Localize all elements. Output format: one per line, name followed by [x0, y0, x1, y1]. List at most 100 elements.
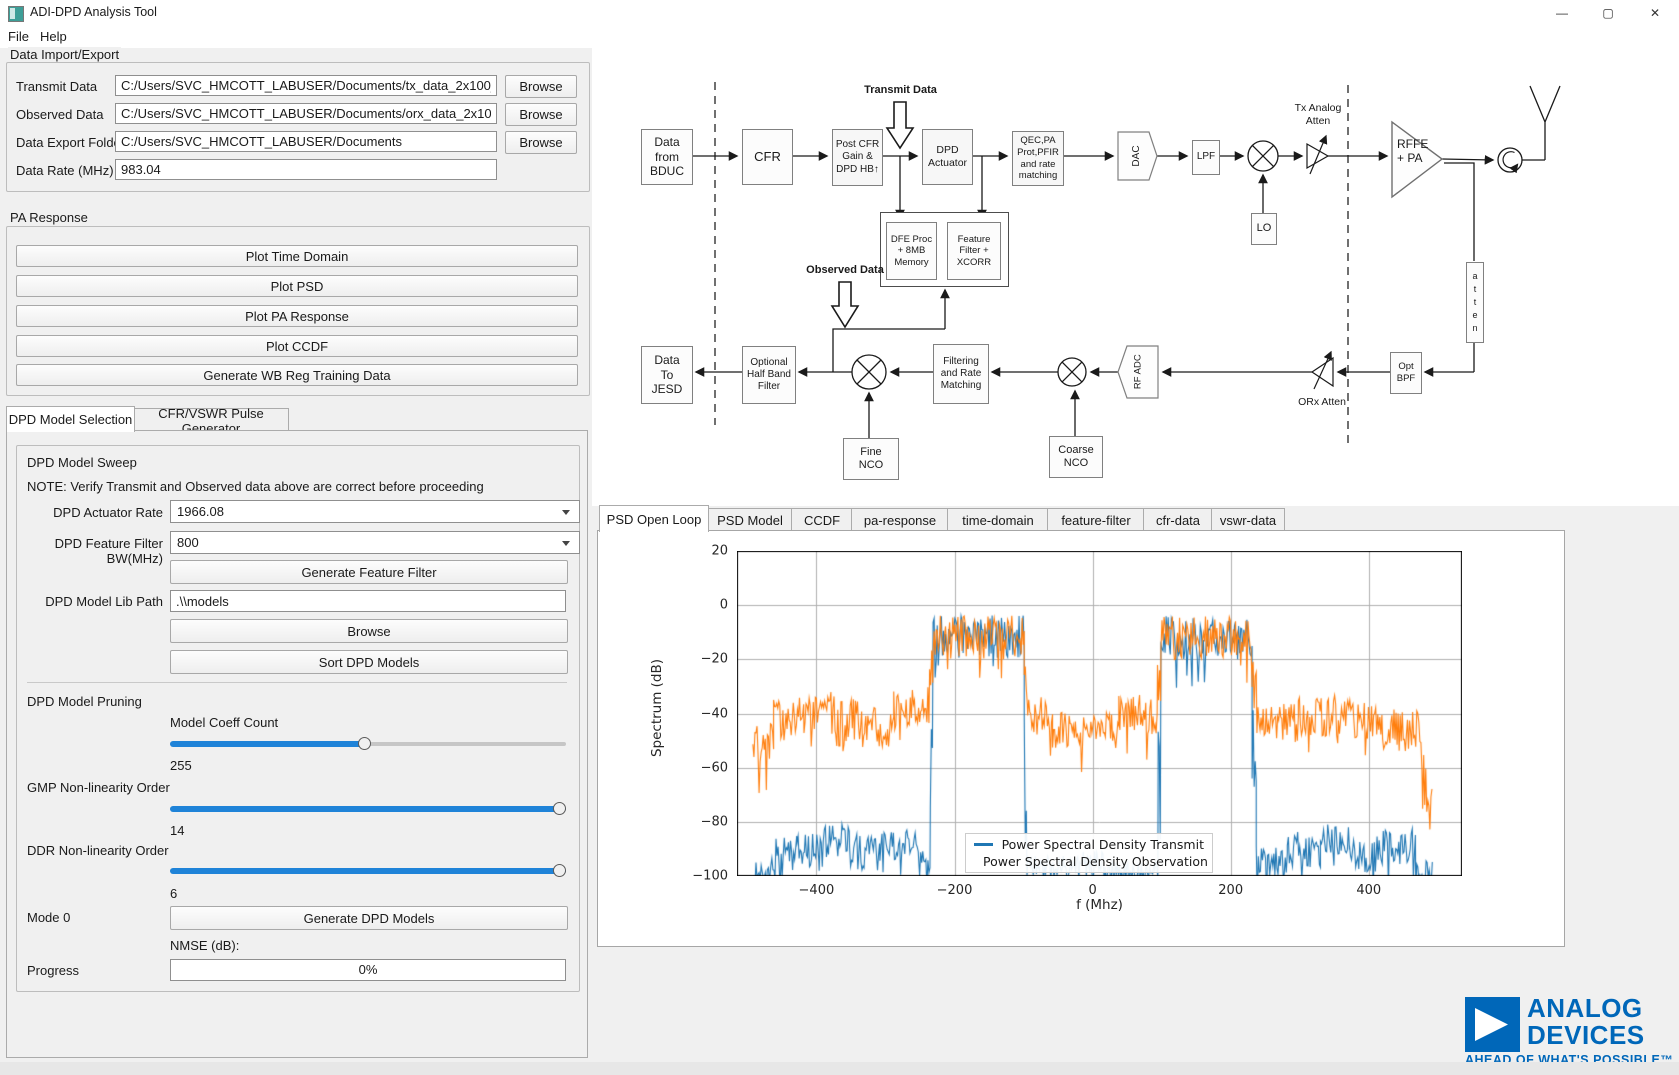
minimize-button[interactable]: —	[1539, 0, 1585, 26]
slider-fill	[170, 868, 566, 874]
tab-psd-model[interactable]: PSD Model	[707, 508, 793, 532]
separator	[27, 682, 567, 683]
ddr-order-slider[interactable]	[170, 864, 566, 877]
transmit-data-label: Transmit Data	[16, 79, 98, 94]
label-transmit-data: Transmit Data	[864, 84, 937, 96]
observed-data-input[interactable]	[115, 103, 497, 124]
plot-pa-response-button[interactable]: Plot PA Response	[16, 305, 578, 327]
chart-legend: Power Spectral Density Transmit Power Sp…	[965, 833, 1213, 873]
actuator-rate-combobox[interactable]: 1966.08	[170, 500, 580, 523]
actuator-rate-value: 1966.08	[177, 504, 224, 519]
chevron-down-icon	[562, 510, 570, 515]
menu-help[interactable]: Help	[40, 29, 67, 44]
close-button[interactable]: ✕	[1631, 0, 1679, 26]
legend-swatch-transmit	[974, 843, 993, 846]
feature-bw-combobox[interactable]: 800	[170, 531, 580, 554]
node-dac: DAC	[1131, 145, 1142, 167]
node-rf-adc: RF ADC	[1132, 354, 1144, 390]
x-tick-label: −400	[798, 883, 835, 898]
signal-chain-diagram: Data from BDUC CFR Post CFR Gain & DPD H…	[597, 40, 1679, 495]
observed-browse-button[interactable]: Browse	[505, 103, 577, 126]
node-feature-filter: Feature Filter + XCORR	[947, 222, 1001, 280]
node-atten: a t t e n	[1466, 262, 1484, 343]
y-tick-label: 0	[719, 597, 728, 613]
y-tick-label: −60	[700, 760, 728, 776]
y-tick-label: −100	[692, 868, 728, 884]
ddr-order-value: 6	[170, 886, 178, 901]
feature-bw-label: DPD Feature Filter BW(MHz)	[54, 536, 163, 566]
node-cfr: CFR	[742, 129, 793, 185]
data-rate-label: Data Rate (MHz)	[16, 163, 114, 178]
lib-browse-button[interactable]: Browse	[170, 619, 568, 643]
gmp-order-value: 14	[170, 823, 185, 838]
tab-pa-response[interactable]: pa-response	[851, 508, 949, 532]
menu-file[interactable]: File	[8, 29, 29, 44]
tab-cfr-data[interactable]: cfr-data	[1143, 508, 1213, 532]
node-qec: QEC,PA Prot,PFIR and rate matching	[1012, 131, 1064, 186]
transmit-browse-button[interactable]: Browse	[505, 75, 577, 98]
actuator-rate-label: DPD Actuator Rate	[53, 505, 163, 520]
gmp-order-slider[interactable]	[170, 802, 566, 815]
pa-response-title: PA Response	[8, 210, 90, 225]
app-icon	[8, 6, 24, 22]
model-sweep-title: DPD Model Sweep	[27, 455, 137, 470]
slider-fill	[170, 741, 365, 747]
node-data-to-jesd: Data To JESD	[641, 346, 693, 404]
generate-wb-reg-button[interactable]: Generate WB Reg Training Data	[16, 364, 578, 386]
lib-path-label: DPD Model Lib Path	[45, 594, 163, 609]
tab-psd-open-loop[interactable]: PSD Open Loop	[599, 505, 709, 532]
export-folder-input[interactable]	[115, 131, 497, 152]
maximize-button[interactable]: ▢	[1585, 0, 1631, 26]
node-coarse-nco: Coarse NCO	[1049, 436, 1103, 478]
tab-feature-filter[interactable]: feature-filter	[1047, 508, 1145, 532]
sort-dpd-models-button[interactable]: Sort DPD Models	[170, 650, 568, 674]
legend-item: Power Spectral Density Transmit	[974, 836, 1204, 853]
tab-cfr-vswr[interactable]: CFR/VSWR Pulse Generator	[133, 406, 289, 436]
adi-logo-icon	[1465, 997, 1520, 1052]
ddr-order-label: DDR Non-linearity Order	[27, 843, 169, 858]
psd-plot: −400 −200 0 200 400 20 0 −20 −40 −60 −80 −100	[692, 544, 1462, 898]
nmse-label: NMSE (dB):	[170, 938, 240, 953]
label-observed-data: Observed Data	[806, 264, 884, 276]
export-browse-button[interactable]: Browse	[505, 131, 577, 154]
node-opt-bpf: Opt BPF	[1390, 352, 1422, 394]
tab-dpd-model-selection[interactable]: DPD Model Selection	[6, 406, 135, 432]
node-data-from-bduc: Data from BDUC	[641, 129, 693, 185]
y-tick-label: 20	[711, 543, 728, 559]
label-orx-atten: ORx Atten	[1298, 396, 1346, 408]
node-dpd-actuator: DPD Actuator	[922, 129, 973, 185]
app-window: ADI-DPD Analysis Tool — ▢ ✕ File Help Da…	[0, 0, 1679, 1075]
window-bottom-edge	[0, 1062, 1679, 1075]
coeff-count-slider[interactable]	[170, 737, 566, 750]
slider-fill	[170, 806, 566, 812]
tab-ccdf[interactable]: CCDF	[791, 508, 853, 532]
plot-time-domain-button[interactable]: Plot Time Domain	[16, 245, 578, 267]
slider-handle[interactable]	[358, 737, 372, 750]
generate-dpd-models-button[interactable]: Generate DPD Models	[170, 906, 568, 930]
chevron-down-icon	[562, 541, 570, 546]
node-fine-nco: Fine NCO	[843, 438, 899, 480]
transmit-data-input[interactable]	[115, 75, 497, 96]
data-rate-input[interactable]	[115, 159, 497, 180]
x-tick-label: 400	[1356, 883, 1382, 898]
slider-handle[interactable]	[553, 864, 566, 877]
lib-path-input[interactable]	[170, 590, 566, 612]
generate-feature-filter-button[interactable]: Generate Feature Filter	[170, 560, 568, 584]
legend-item: Power Spectral Density Observation	[974, 853, 1208, 870]
pruning-title: DPD Model Pruning	[27, 694, 142, 709]
label-tx-analog-atten: Tx Analog Atten	[1294, 102, 1342, 127]
node-rffe-pa: RFFE + PA	[1397, 137, 1429, 166]
export-folder-label: Data Export Folder	[16, 135, 126, 150]
tab-time-domain[interactable]: time-domain	[947, 508, 1049, 532]
legend-label-observation: Power Spectral Density Observation	[983, 854, 1208, 869]
x-axis-label: f (Mhz)	[1076, 897, 1123, 913]
coeff-count-value: 255	[170, 758, 192, 773]
x-tick-label: 0	[1088, 883, 1097, 898]
tab-vswr-data[interactable]: vswr-data	[1211, 508, 1285, 532]
slider-handle[interactable]	[553, 802, 566, 815]
plot-psd-button[interactable]: Plot PSD	[16, 275, 578, 297]
title-bar	[0, 0, 1679, 26]
observed-data-label: Observed Data	[16, 107, 104, 122]
y-axis-label: Spectrum (dB)	[649, 658, 665, 758]
plot-ccdf-button[interactable]: Plot CCDF	[16, 335, 578, 357]
